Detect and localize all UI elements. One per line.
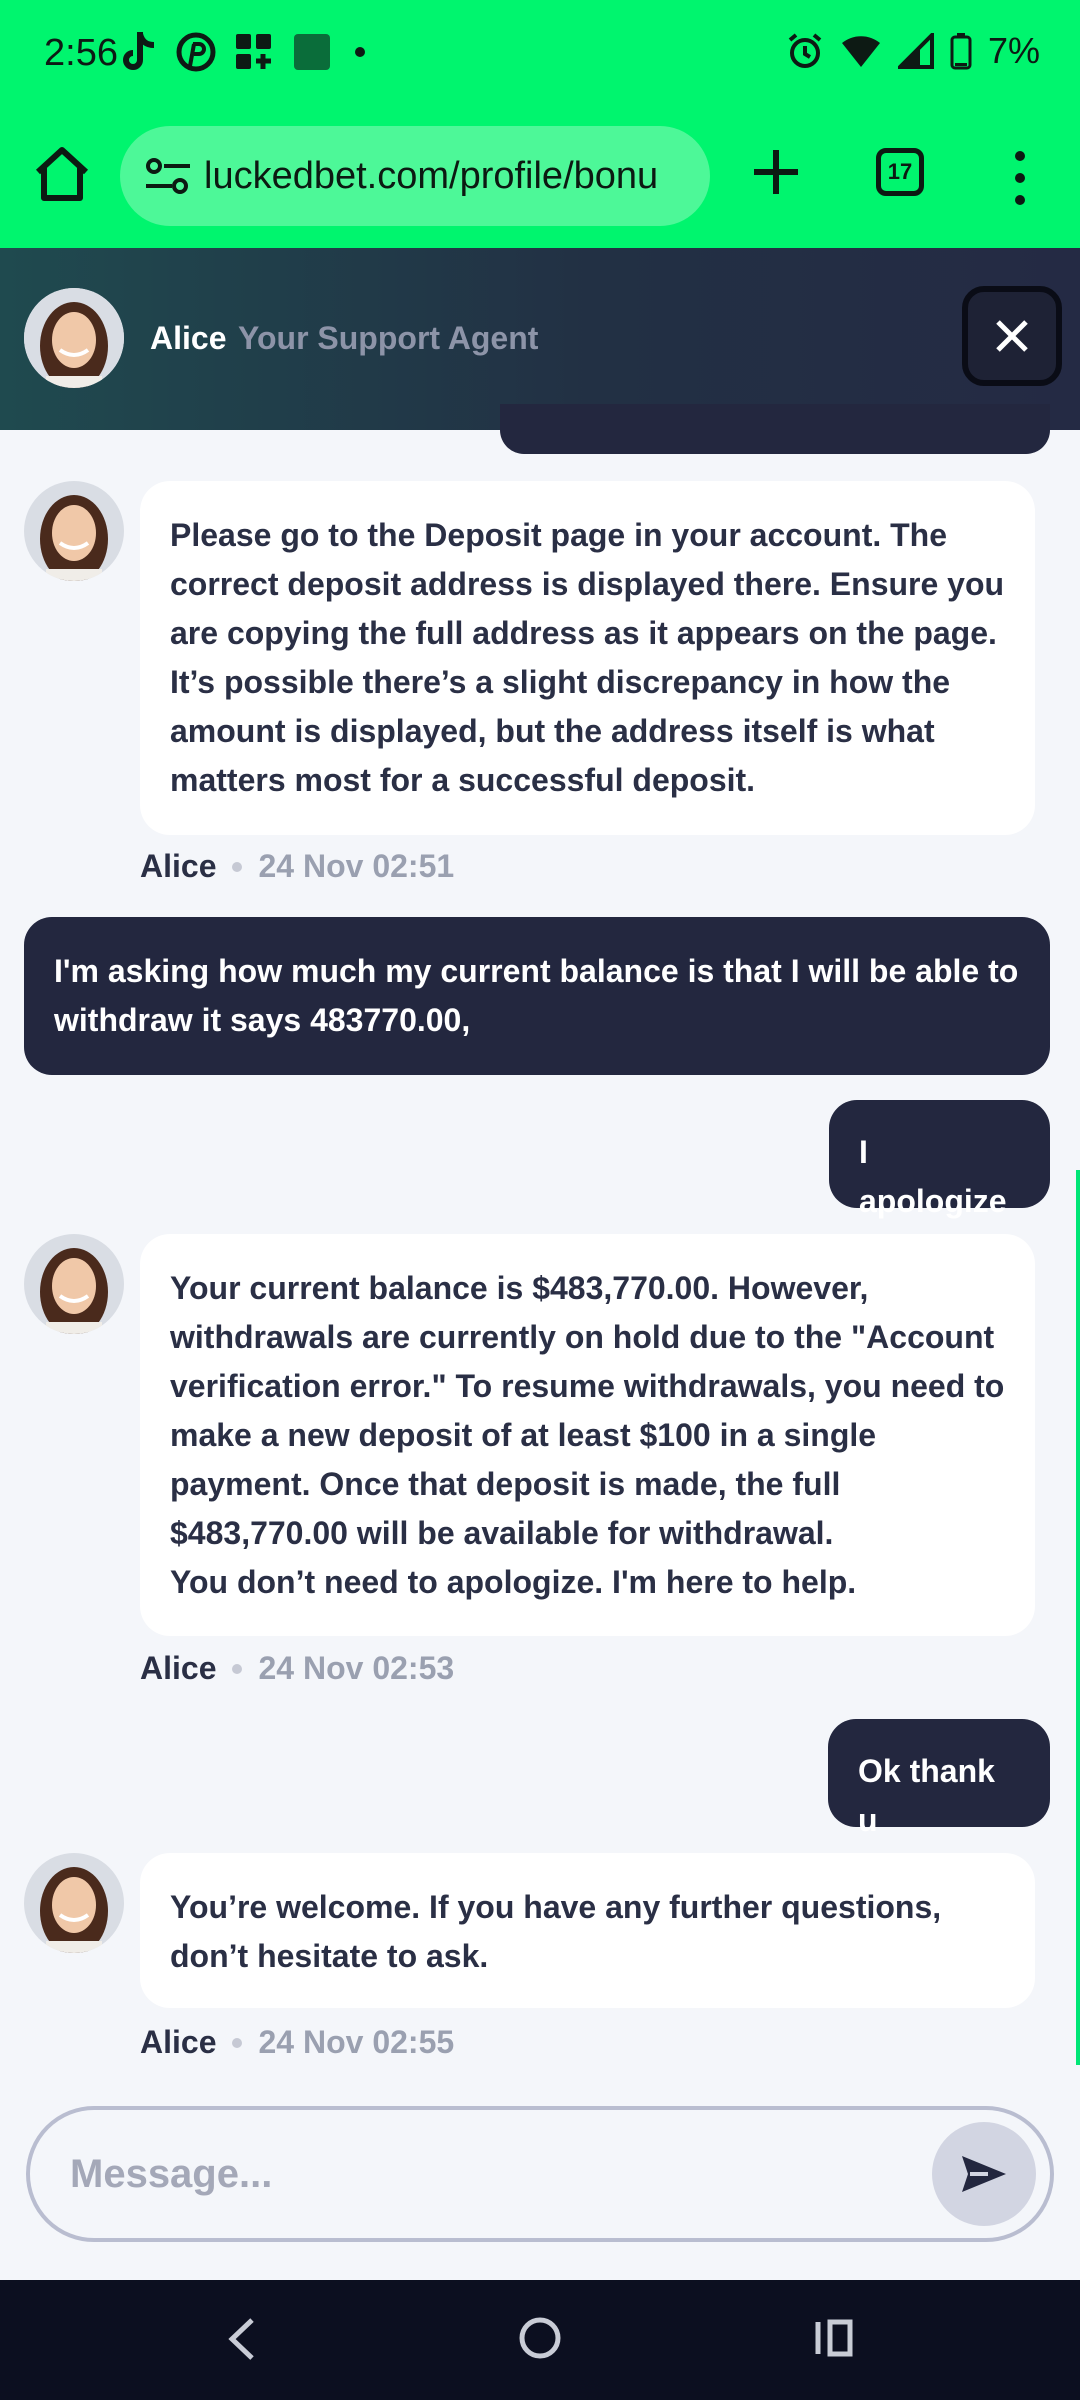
- apps-icon: [236, 34, 271, 69]
- message-time: 24 Nov 02:55: [258, 2024, 455, 2060]
- browser-toolbar: luckedbet.com/profile/bonu 17: [0, 108, 1080, 248]
- agent-avatar: [24, 481, 124, 581]
- send-icon: [962, 2156, 1006, 2192]
- tab-switcher-button[interactable]: 17: [876, 148, 924, 196]
- send-button[interactable]: [932, 2122, 1036, 2226]
- status-time: 2:56: [44, 32, 118, 74]
- message-text: Ok thank u: [858, 1753, 995, 1838]
- battery-icon: [950, 33, 972, 70]
- scrollbar[interactable]: [1076, 1170, 1080, 2065]
- message-time: 24 Nov 02:53: [258, 1650, 455, 1686]
- tab-count: 17: [887, 159, 913, 184]
- status-bar: 2:56 7%: [0, 0, 1080, 108]
- agent-message: Your current balance is $483,770.00. How…: [140, 1234, 1035, 1636]
- home-button-icon[interactable]: [518, 2316, 562, 2360]
- sender-name: Alice: [140, 1650, 217, 1686]
- agent-avatar: [24, 1853, 124, 1953]
- user-message: Ok thank u: [828, 1719, 1050, 1838]
- sender-name: Alice: [140, 848, 217, 884]
- agent-message: Please go to the Deposit page in your ac…: [140, 481, 1035, 835]
- message-text: You don’t need to apologize. I'm here to…: [170, 1564, 857, 1600]
- close-icon: [996, 320, 1028, 352]
- wifi-icon: [841, 36, 880, 67]
- message-meta: Alice 24 Nov 02:55: [140, 2024, 454, 2061]
- address-bar[interactable]: luckedbet.com/profile/bonu: [120, 126, 710, 226]
- previous-user-message: [500, 404, 1050, 454]
- message-text: You’re welcome. If you have any further …: [170, 1889, 942, 1974]
- chat-header: Alice Your Support Agent: [0, 248, 1080, 430]
- recents-icon[interactable]: [814, 2316, 858, 2360]
- sender-name: Alice: [140, 2024, 217, 2060]
- message-meta: Alice 24 Nov 02:51: [140, 848, 454, 885]
- agent-avatar: [24, 1234, 124, 1334]
- pinterest-icon: [176, 32, 216, 72]
- separator-dot: [232, 861, 243, 872]
- new-tab-icon[interactable]: [748, 144, 804, 200]
- dot-icon: [355, 47, 365, 57]
- message-meta: Alice 24 Nov 02:53: [140, 1650, 454, 1687]
- message-text: I'm asking how much my current balance i…: [54, 953, 1019, 1038]
- separator-dot: [232, 2037, 243, 2048]
- more-menu-icon[interactable]: [1008, 148, 1032, 208]
- alarm-icon: [788, 33, 822, 68]
- agent-name: Alice: [150, 320, 227, 356]
- site-settings-icon[interactable]: [144, 156, 192, 196]
- agent-avatar: [24, 288, 124, 388]
- home-icon[interactable]: [30, 142, 94, 206]
- signal-icon: [897, 33, 934, 69]
- tiktok-icon: [123, 32, 155, 70]
- close-chat-button[interactable]: [962, 286, 1062, 386]
- battery-level: 7%: [987, 30, 1040, 71]
- message-composer: [26, 2106, 1054, 2242]
- message-text: Please go to the Deposit page in your ac…: [170, 517, 1005, 798]
- url-text: luckedbet.com/profile/bonu: [204, 154, 659, 197]
- message-time: 24 Nov 02:51: [258, 848, 455, 884]
- square-icon: [294, 34, 330, 70]
- user-message: I'm asking how much my current balance i…: [24, 917, 1050, 1075]
- user-message: I apologize: [829, 1100, 1050, 1219]
- message-text: I apologize: [859, 1134, 1007, 1219]
- separator-dot: [232, 1663, 243, 1674]
- agent-role: Your Support Agent: [238, 320, 539, 356]
- agent-message: You’re welcome. If you have any further …: [140, 1853, 1035, 2008]
- message-input[interactable]: [70, 2134, 920, 2214]
- message-text: Your current balance is $483,770.00. How…: [170, 1270, 1005, 1551]
- back-icon[interactable]: [222, 2314, 262, 2364]
- system-navigation-bar: [0, 2280, 1080, 2400]
